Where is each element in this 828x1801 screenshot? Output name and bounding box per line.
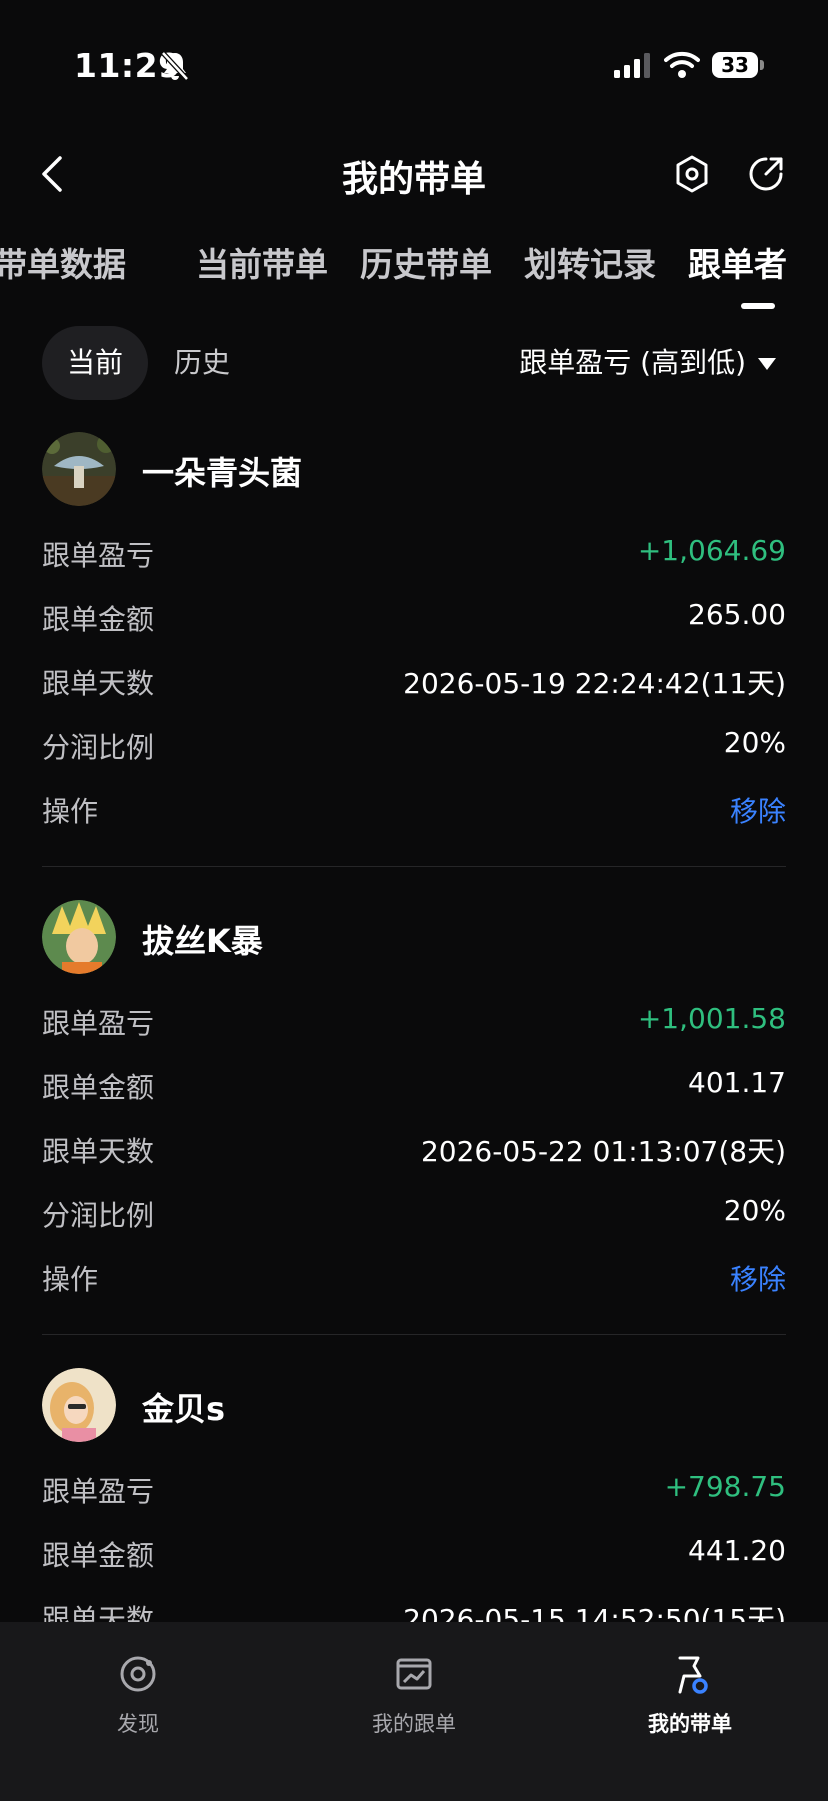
flag-lead-icon: [678, 1656, 708, 1694]
row-label: 跟单盈亏: [42, 1475, 155, 1508]
follower-name: 金贝s: [142, 1390, 226, 1428]
remove-follower-button[interactable]: 移除: [730, 1258, 786, 1298]
follower-card: 金贝s 跟单盈亏 +798.75 跟单金额 441.20 跟单天数 2026-0…: [42, 1368, 786, 1648]
chart-board-icon: [396, 1658, 432, 1690]
tab-followers[interactable]: 跟单者: [688, 238, 787, 286]
card-divider: [42, 1334, 786, 1335]
row-days: 跟单天数 2026-05-22 01:13:07(8天): [42, 1116, 786, 1180]
row-action: 操作 移除: [42, 776, 786, 840]
row-share: 分润比例 20%: [42, 712, 786, 776]
share-icon[interactable]: [746, 154, 786, 194]
bottom-navigation: 发现 我的跟单 我的带单: [0, 1622, 828, 1801]
row-label: 分润比例: [42, 731, 155, 764]
row-label: 跟单天数: [42, 1135, 155, 1168]
profit-share-value: 20%: [723, 1194, 786, 1227]
row-label: 跟单盈亏: [42, 1007, 155, 1040]
follow-pnl-value: +798.75: [664, 1470, 786, 1503]
row-label: 操作: [42, 795, 99, 828]
bottom-tab-label: 我的带单: [648, 1712, 732, 1736]
sort-dropdown[interactable]: 跟单盈亏 (高到低): [519, 326, 776, 400]
tab-lead-data[interactable]: 带单数据: [0, 238, 126, 286]
caret-down-icon: [758, 358, 776, 370]
status-bar: 11:29 33: [0, 0, 828, 120]
row-label: 操作: [42, 1263, 99, 1296]
row-label: 跟单天数: [42, 667, 155, 700]
follower-card: 拔丝K暴 跟单盈亏 +1,001.58 跟单金额 401.17 跟单天数 202…: [42, 900, 786, 1308]
wifi-icon: [664, 51, 700, 78]
tab-transfer-records[interactable]: 划转记录: [524, 238, 656, 286]
follow-amount-value: 401.17: [688, 1066, 786, 1099]
battery-level: 33: [712, 52, 758, 78]
bottom-tab-my-lead[interactable]: 我的带单: [620, 1652, 760, 1738]
segment-history[interactable]: 历史: [158, 326, 246, 400]
tab-bar: 带单数据 当前带单 历史带单 划转记录 跟单者: [0, 238, 828, 310]
settings-hexagon-icon[interactable]: [674, 154, 710, 194]
bottom-tab-label: 发现: [117, 1712, 159, 1736]
bell-muted-icon: [161, 51, 189, 81]
avatar: [42, 900, 116, 974]
profit-share-value: 20%: [723, 726, 786, 759]
follow-days-value: 2026-05-22 01:13:07(8天): [420, 1135, 786, 1168]
bottom-tab-my-follow[interactable]: 我的跟单: [344, 1652, 484, 1738]
avatar: [42, 432, 116, 506]
discover-icon: [120, 1656, 156, 1692]
battery-tip: [760, 60, 764, 70]
segment-current[interactable]: 当前: [42, 326, 148, 400]
row-pnl: 跟单盈亏 +798.75: [42, 1456, 786, 1520]
follow-amount-value: 265.00: [688, 598, 786, 631]
row-days: 跟单天数 2026-05-19 22:24:42(11天): [42, 648, 786, 712]
sort-label: 跟单盈亏 (高到低): [519, 346, 746, 379]
row-label: 跟单金额: [42, 1071, 155, 1104]
follow-days-value: 2026-05-19 22:24:42(11天): [403, 667, 786, 700]
navigation-bar: 我的带单: [0, 140, 828, 210]
bottom-tab-discover[interactable]: 发现: [68, 1652, 208, 1738]
row-amount: 跟单金额 441.20: [42, 1520, 786, 1584]
follow-pnl-value: +1,001.58: [637, 1002, 786, 1035]
follow-pnl-value: +1,064.69: [637, 534, 786, 567]
follower-name: 拔丝K暴: [142, 922, 263, 960]
row-amount: 跟单金额 265.00: [42, 584, 786, 648]
filter-bar: 当前 历史 跟单盈亏 (高到低): [0, 326, 828, 400]
follower-card: 一朵青头菌 跟单盈亏 +1,064.69 跟单金额 265.00 跟单天数 20…: [42, 432, 786, 840]
row-label: 跟单盈亏: [42, 539, 155, 572]
row-share: 分润比例 20%: [42, 1180, 786, 1244]
active-tab-indicator: [741, 303, 775, 309]
battery-indicator: 33: [712, 52, 764, 80]
tab-history-lead[interactable]: 历史带单: [360, 238, 492, 286]
row-pnl: 跟单盈亏 +1,064.69: [42, 520, 786, 584]
row-amount: 跟单金额 401.17: [42, 1052, 786, 1116]
bottom-tab-label: 我的跟单: [372, 1712, 456, 1736]
avatar: [42, 1368, 116, 1442]
cellular-signal-icon: [614, 53, 650, 78]
row-label: 跟单金额: [42, 603, 155, 636]
remove-follower-button[interactable]: 移除: [730, 790, 786, 830]
card-divider: [42, 866, 786, 867]
tab-current-lead[interactable]: 当前带单: [196, 238, 328, 286]
follow-amount-value: 441.20: [688, 1534, 786, 1567]
row-label: 分润比例: [42, 1199, 155, 1232]
row-action: 操作 移除: [42, 1244, 786, 1308]
row-pnl: 跟单盈亏 +1,001.58: [42, 988, 786, 1052]
follower-name: 一朵青头菌: [142, 454, 303, 492]
row-label: 跟单金额: [42, 1539, 155, 1572]
